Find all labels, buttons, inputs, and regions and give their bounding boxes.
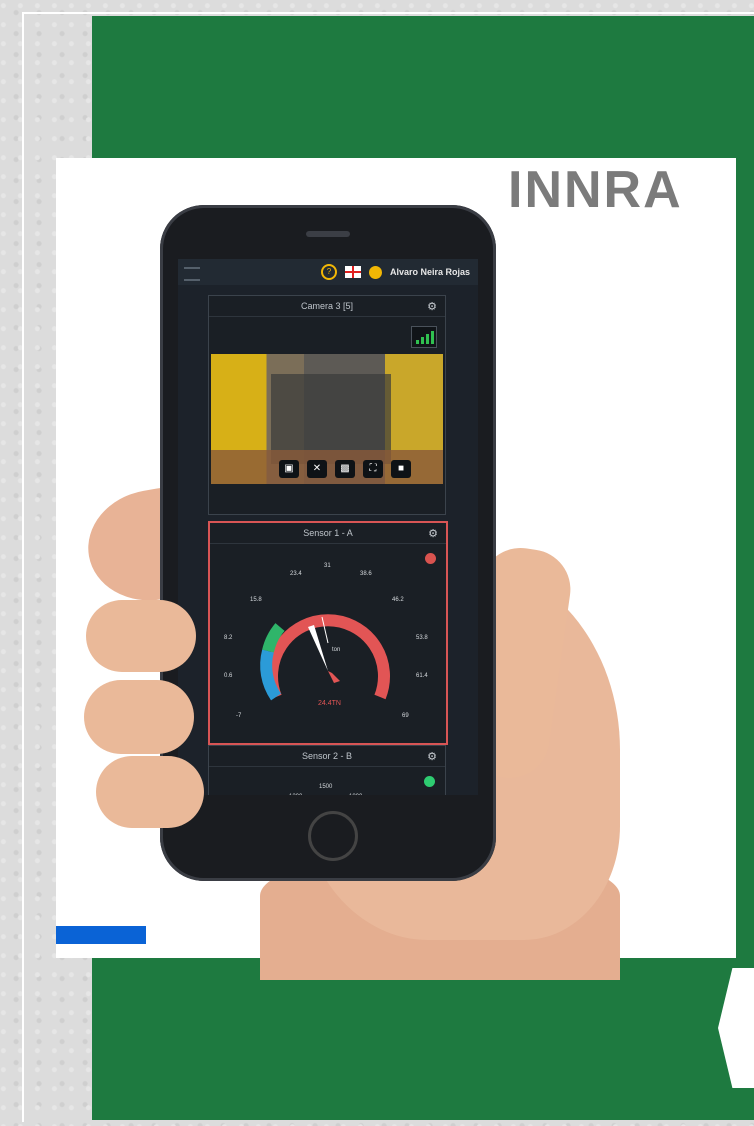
menu-icon[interactable] xyxy=(184,267,200,281)
stop-icon[interactable]: ■ xyxy=(391,460,411,478)
gauge-tick: 1200 xyxy=(289,794,303,795)
sensor-b-title: Sensor 2 - B xyxy=(301,751,353,761)
sensor-a-gauge: ton 24.4TN -7 0.6 8.2 15.8 23.4 31 38.6 … xyxy=(224,563,428,719)
home-button[interactable] xyxy=(308,811,358,861)
gear-icon[interactable]: ⚙ xyxy=(428,527,438,540)
help-icon[interactable]: ? xyxy=(320,264,337,280)
sensor-b-card: Sensor 2 - B ⚙ 1200 1500 1800 xyxy=(208,745,446,795)
gauge-tick: 15.8 xyxy=(250,597,262,603)
language-flag-icon[interactable] xyxy=(344,266,361,278)
gauge-tick: 31 xyxy=(324,563,331,569)
hand-finger xyxy=(96,756,204,828)
gauge-value: 24.4TN xyxy=(318,700,341,707)
gauge-tick: 46.2 xyxy=(392,597,404,603)
green-side-block xyxy=(736,158,754,958)
camera-card-header: Camera 3 [5] ⚙ xyxy=(209,296,445,317)
green-header-block xyxy=(92,16,754,158)
smartphone: ? Alvaro Neira Rojas Camera 3 [5] ⚙ ▣ ✕ … xyxy=(160,205,496,881)
gauge-tick: 1800 xyxy=(349,794,363,795)
gauge-tick: 69 xyxy=(402,713,409,719)
gear-icon[interactable]: ⚙ xyxy=(427,300,437,313)
user-avatar-icon[interactable] xyxy=(368,265,382,279)
phone-screen: ? Alvaro Neira Rojas Camera 3 [5] ⚙ ▣ ✕ … xyxy=(178,259,478,795)
blue-accent-bar xyxy=(56,926,146,944)
gear-icon[interactable]: ⚙ xyxy=(427,750,437,763)
hand-finger xyxy=(86,600,196,672)
gauge-tick: 23.4 xyxy=(290,571,302,577)
signal-strength-icon xyxy=(411,326,437,348)
gauge-tick: -7 xyxy=(236,713,242,719)
video-controls: ▣ ✕ ▩ ⛶ ■ xyxy=(279,460,411,478)
gauge-tick: 0.6 xyxy=(224,673,233,679)
mute-icon[interactable]: ✕ xyxy=(307,460,327,478)
gauge-tick: 38.6 xyxy=(360,571,372,577)
pip-icon[interactable]: ▩ xyxy=(335,460,355,478)
app-topbar: ? Alvaro Neira Rojas xyxy=(178,259,478,285)
username[interactable]: Alvaro Neira Rojas xyxy=(390,267,470,277)
camera-video-feed[interactable]: ▣ ✕ ▩ ⛶ ■ xyxy=(211,354,443,484)
phone-speaker xyxy=(306,231,350,237)
sensor-a-header: Sensor 1 - A ⚙ xyxy=(210,523,446,544)
gauge-tick: 1500 xyxy=(319,784,333,790)
camera-title: Camera 3 [5] xyxy=(300,301,354,311)
snapshot-icon[interactable]: ▣ xyxy=(279,460,299,478)
gauge-unit-label: ton xyxy=(332,647,340,653)
sensor-a-title: Sensor 1 - A xyxy=(303,528,353,538)
gauge-tick: 8.2 xyxy=(224,635,233,641)
sensor-b-header: Sensor 2 - B ⚙ xyxy=(209,746,445,767)
camera-card: Camera 3 [5] ⚙ ▣ ✕ ▩ ⛶ ■ xyxy=(208,295,446,515)
gauge-tick: 53.8 xyxy=(416,635,428,641)
fullscreen-icon[interactable]: ⛶ xyxy=(363,460,383,478)
hand-finger xyxy=(84,680,194,754)
gauge-tick: 61.4 xyxy=(416,673,428,679)
sensor-b-gauge: 1200 1500 1800 xyxy=(289,784,363,795)
sensor-a-card: Sensor 1 - A ⚙ ton 24.4TN -7 0.6 8.2 15.… xyxy=(208,521,448,745)
green-footer-block xyxy=(92,958,754,1120)
brand-logo: INNRA xyxy=(508,161,683,219)
